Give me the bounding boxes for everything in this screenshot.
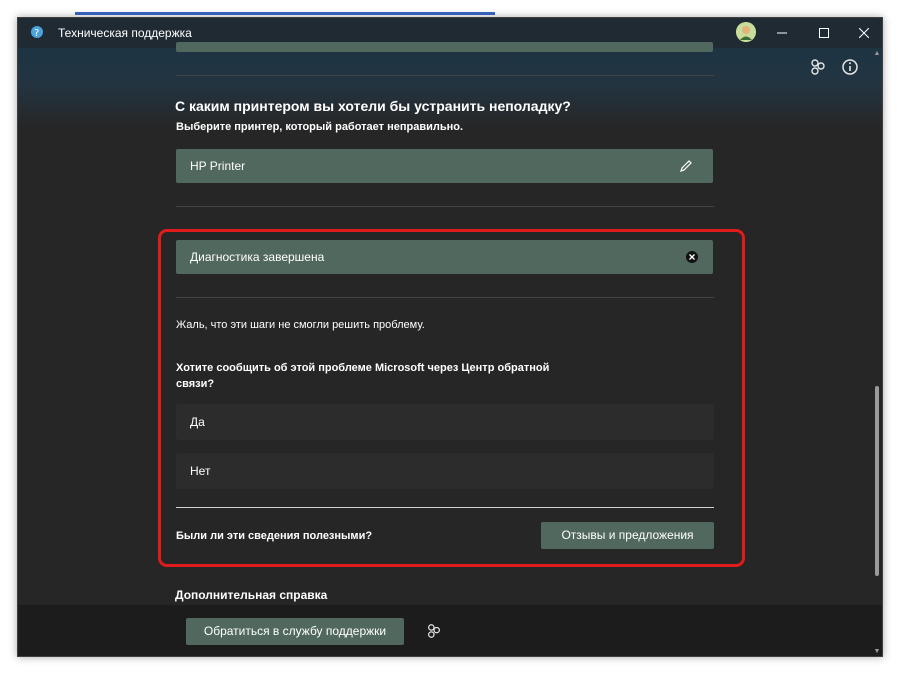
vertical-scrollbar[interactable]: ▲ ▼ xyxy=(873,48,881,656)
scroll-content: С каким принтером вы хотели бы устранить… xyxy=(18,18,882,656)
printer-question-hint: Выберите принтер, который работает непра… xyxy=(176,121,464,133)
contact-support-button[interactable]: Обратиться в службу поддержки xyxy=(186,618,404,645)
app-window: ? Техническая поддержка С каким принтеро… xyxy=(17,17,883,657)
divider xyxy=(176,75,714,76)
scroll-thumb[interactable] xyxy=(875,386,879,576)
printer-select-value: HP Printer xyxy=(190,159,246,173)
background-window-edge xyxy=(75,12,495,15)
edit-pencil-icon[interactable] xyxy=(679,159,693,173)
more-help-heading: Дополнительная справка xyxy=(175,588,328,602)
printer-question-heading: С каким принтером вы хотели бы устранить… xyxy=(175,98,571,114)
scroll-down-arrow-icon[interactable]: ▼ xyxy=(873,648,881,656)
share-connect-icon[interactable] xyxy=(426,623,442,639)
previous-field-remnant xyxy=(176,42,713,52)
printer-select-field[interactable]: HP Printer xyxy=(176,149,713,183)
highlight-frame xyxy=(158,229,745,567)
divider xyxy=(176,206,714,207)
scroll-up-arrow-icon[interactable]: ▲ xyxy=(873,50,881,58)
footer-bar: Обратиться в службу поддержки xyxy=(18,605,882,656)
